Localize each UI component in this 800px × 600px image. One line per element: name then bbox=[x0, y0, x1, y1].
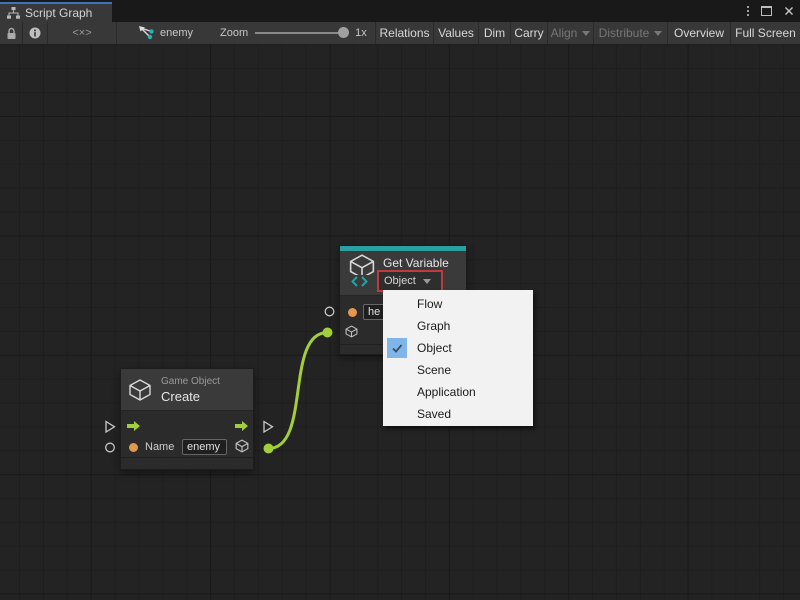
object-port-icon bbox=[345, 325, 358, 338]
flow-out-arrow-icon bbox=[234, 420, 249, 432]
maximize-icon[interactable] bbox=[761, 6, 772, 16]
info-button[interactable] bbox=[23, 22, 48, 44]
code-icon: <×> bbox=[72, 27, 91, 39]
align-button[interactable]: Align bbox=[547, 22, 593, 44]
variable-name-port-dot bbox=[348, 308, 357, 317]
menu-item-object[interactable]: Object bbox=[383, 337, 533, 359]
name-port-label: Name bbox=[145, 441, 174, 453]
name-port-dot bbox=[129, 443, 138, 452]
dim-button[interactable]: Dim bbox=[478, 22, 510, 44]
titlebar: Script Graph bbox=[0, 0, 800, 22]
toolbar: <×> enemy Zoom 1x Relations Values Dim C… bbox=[0, 22, 800, 44]
caret-down-icon bbox=[423, 279, 431, 288]
variable-kind-menu: Flow Graph Object Scene Application Save… bbox=[383, 290, 533, 426]
node-category: Game Object bbox=[161, 376, 220, 387]
node-title: Create bbox=[161, 389, 220, 404]
node-create-header[interactable]: Game Object Create bbox=[121, 369, 253, 411]
code-brackets-icon bbox=[350, 275, 369, 288]
graph-name: enemy bbox=[160, 27, 193, 39]
close-icon[interactable] bbox=[784, 6, 794, 16]
flow-in-arrow-icon bbox=[126, 420, 141, 432]
zoom-slider[interactable] bbox=[255, 32, 347, 34]
flow-input-port[interactable] bbox=[106, 422, 115, 433]
node-footer-divider bbox=[121, 457, 253, 458]
caret-down-icon bbox=[654, 31, 662, 40]
tab-script-graph[interactable]: Script Graph bbox=[0, 2, 112, 22]
graph-canvas[interactable]: Game Object Create Name enemy bbox=[0, 44, 800, 600]
values-button[interactable]: Values bbox=[433, 22, 478, 44]
code-view-button[interactable]: <×> bbox=[48, 22, 117, 44]
menu-item-saved[interactable]: Saved bbox=[383, 403, 533, 425]
variable-kind-value: Object bbox=[384, 275, 416, 287]
script-graph-icon bbox=[7, 7, 20, 19]
object-input-port-connected[interactable] bbox=[323, 328, 333, 338]
lock-button[interactable] bbox=[0, 22, 23, 44]
carry-button[interactable]: Carry bbox=[510, 22, 547, 44]
variable-cube-icon bbox=[348, 254, 378, 292]
cube-icon bbox=[128, 379, 152, 401]
graph-asset-icon bbox=[138, 26, 154, 40]
caret-down-icon bbox=[582, 31, 590, 40]
value-input-port[interactable] bbox=[106, 443, 115, 452]
variable-kind-dropdown[interactable]: Object bbox=[377, 270, 443, 292]
info-icon bbox=[29, 27, 41, 39]
zoom-label: Zoom bbox=[220, 27, 248, 39]
distribute-button[interactable]: Distribute bbox=[593, 22, 667, 44]
game-object-port-icon bbox=[235, 439, 249, 453]
checkmark-icon bbox=[387, 338, 407, 358]
zoom-value: 1x bbox=[355, 27, 367, 39]
node-game-object-create[interactable]: Game Object Create Name enemy bbox=[120, 368, 254, 470]
node-title: Get Variable bbox=[383, 256, 449, 270]
flow-output-port[interactable] bbox=[264, 422, 273, 433]
fullscreen-button[interactable]: Full Screen bbox=[730, 22, 800, 44]
lock-icon bbox=[6, 27, 17, 40]
menu-item-application[interactable]: Application bbox=[383, 381, 533, 403]
menu-item-flow[interactable]: Flow bbox=[383, 293, 533, 315]
tab-label: Script Graph bbox=[25, 6, 92, 20]
menu-item-graph[interactable]: Graph bbox=[383, 315, 533, 337]
connection-wire[interactable] bbox=[269, 333, 328, 449]
window-menu-icon[interactable] bbox=[747, 6, 749, 16]
overview-button[interactable]: Overview bbox=[667, 22, 730, 44]
object-output-port-connected[interactable] bbox=[264, 444, 274, 454]
zoom-slider-knob[interactable] bbox=[338, 27, 349, 38]
relations-button[interactable]: Relations bbox=[375, 22, 433, 44]
graph-breadcrumb[interactable]: enemy bbox=[138, 22, 193, 44]
menu-item-scene[interactable]: Scene bbox=[383, 359, 533, 381]
name-input-port[interactable] bbox=[325, 307, 334, 316]
name-input-field[interactable]: enemy bbox=[182, 439, 227, 455]
